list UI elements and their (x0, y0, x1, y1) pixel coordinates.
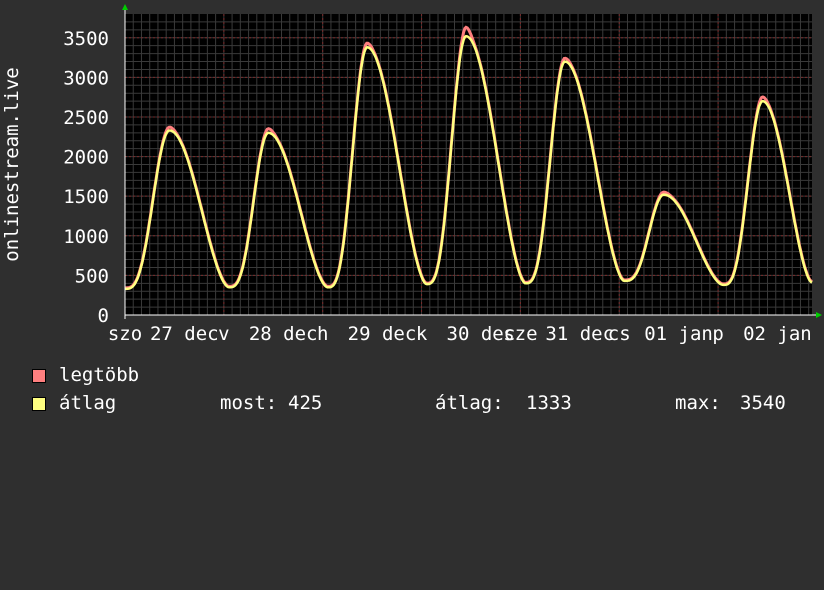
y-tick-label: 3500 (63, 28, 109, 50)
x-axis-arrow (816, 312, 822, 318)
x-tick-label: 27 dec (150, 323, 219, 345)
x-tick-label: 31 dec (545, 323, 614, 345)
x-tick-label: 28 dec (249, 323, 318, 345)
legend-avg-swatch (32, 397, 46, 411)
y-axis-label: onlinestream.live (1, 67, 23, 261)
x-tick-label: cs (608, 323, 631, 345)
x-tick-label: h (317, 323, 328, 345)
stat-most-value: 425 (288, 392, 323, 414)
y-tick-label: 2000 (63, 147, 109, 169)
legend-avg-label: átlag (59, 392, 117, 414)
stat-most-label: most: (220, 392, 278, 414)
y-tick-label: 3000 (63, 67, 109, 89)
x-tick-label: 02 jan (743, 323, 812, 345)
x-tick-label: szo (108, 323, 142, 345)
x-tick-label: p (712, 323, 723, 345)
stat-avg-label: átlag: (435, 392, 504, 414)
y-axis-arrow (122, 4, 128, 10)
legend-max-label: legtöbb (59, 364, 140, 386)
x-tick-label: sze (503, 323, 537, 345)
x-tick-label: 29 dec (348, 323, 417, 345)
x-tick-label: v (218, 323, 229, 345)
y-tick-label: 2500 (63, 107, 109, 129)
stat-max-label: max: (675, 392, 721, 414)
y-tick-label: 1500 (63, 186, 109, 208)
legend-max: legtöbb (32, 364, 139, 386)
stat-avg-value: 1333 (526, 392, 572, 414)
y-tick-label: 500 (75, 265, 109, 287)
stat-max-value: 3540 (740, 392, 786, 414)
x-tick-label: 01 jan (644, 323, 713, 345)
legend-avg: átlag most: 425 átlag: 1333 max: 3540 (32, 392, 812, 414)
y-tick-label: 1000 (63, 226, 109, 248)
x-tick-label: k (416, 323, 428, 345)
legend-max-swatch (32, 369, 46, 383)
